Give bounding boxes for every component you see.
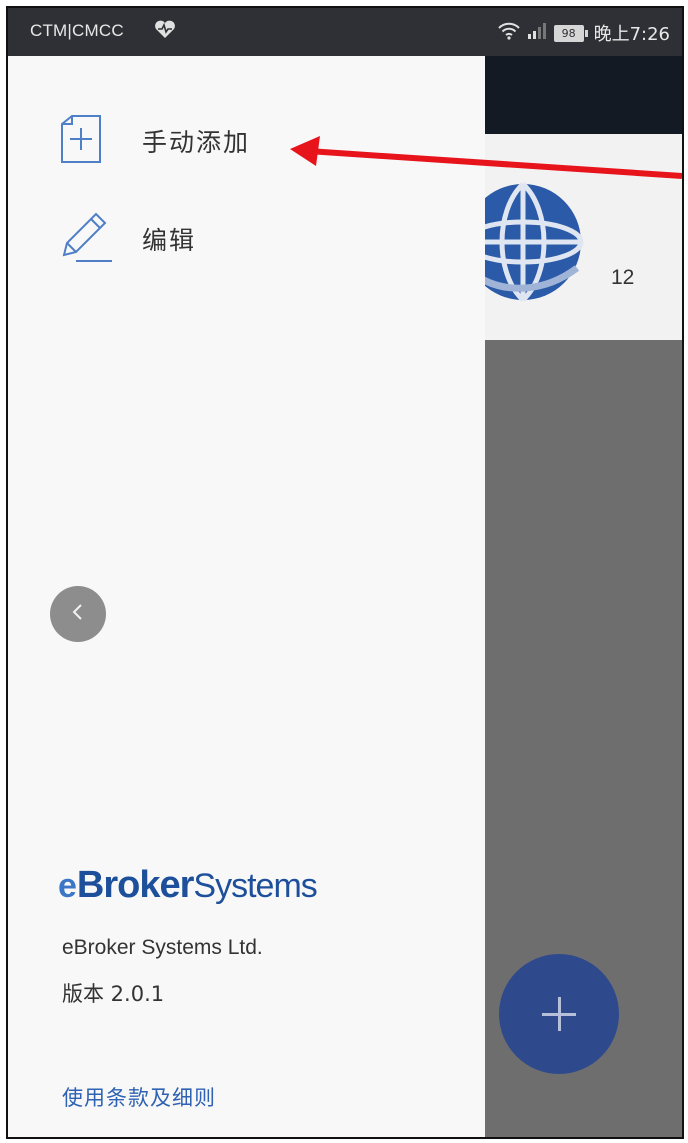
clock: 晚上7:26 — [593, 24, 670, 45]
row-value: 12 — [611, 266, 635, 289]
logo-regular-text: Systems — [193, 867, 317, 905]
logo-bold-text: Broker — [76, 864, 194, 906]
screen-frame: CTM|CMCC 98 晚上7:26 12 手动添加 编辑 e Broker S… — [6, 6, 684, 1139]
menu-item-edit[interactable]: 编辑 — [8, 199, 485, 279]
navigation-drawer: 手动添加 编辑 e Broker Systems eBroker Systems… — [8, 56, 485, 1137]
menu-item-manual-add[interactable]: 手动添加 — [8, 101, 485, 181]
collapse-drawer-button[interactable] — [50, 586, 106, 642]
status-bar: CTM|CMCC 98 晚上7:26 — [8, 8, 682, 56]
battery-icon: 98 — [553, 24, 588, 42]
menu-item-label: 编辑 — [142, 226, 197, 255]
plus-icon — [542, 997, 576, 1031]
add-document-icon — [58, 114, 104, 168]
carrier-name: CTM|CMCC — [30, 21, 124, 40]
background-app: 12 — [462, 56, 682, 1137]
pencil-icon — [58, 209, 114, 269]
wifi-icon — [497, 22, 520, 45]
app-toolbar — [485, 56, 682, 134]
app-version: 版本 2.0.1 — [62, 982, 165, 1006]
company-name: eBroker Systems Ltd. — [62, 936, 263, 959]
signal-icon — [526, 22, 548, 45]
logo-prefix: e — [58, 867, 77, 905]
add-fab-button[interactable] — [499, 954, 619, 1074]
menu-item-label: 手动添加 — [142, 128, 251, 157]
terms-link[interactable]: 使用条款及细则 — [62, 1082, 216, 1112]
chevron-left-icon — [68, 600, 88, 628]
ebroker-logo: e Broker Systems — [58, 864, 318, 907]
globe-logo-icon — [462, 180, 585, 310]
status-indicators: 98 晚上7:26 — [497, 20, 670, 46]
heart-icon — [154, 19, 176, 44]
